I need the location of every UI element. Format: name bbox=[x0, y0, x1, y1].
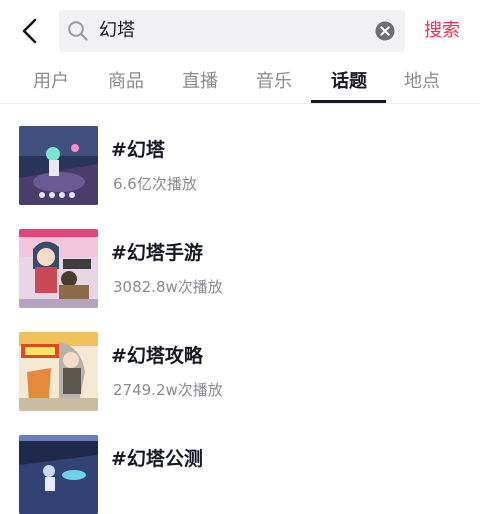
topic-thumbnail bbox=[19, 435, 98, 514]
back-button[interactable] bbox=[14, 15, 44, 47]
search-button[interactable]: 搜索 bbox=[424, 18, 460, 44]
search-icon bbox=[68, 21, 88, 41]
tab-bar: 用户 商品 直播 音乐 话题 地点 bbox=[0, 62, 480, 104]
search-input[interactable]: 幻塔 bbox=[59, 10, 405, 52]
tab-products[interactable]: 商品 bbox=[108, 69, 144, 95]
topic-title: #幻塔手游 bbox=[111, 242, 203, 264]
topic-thumbnail bbox=[19, 126, 98, 205]
list-item[interactable]: #幻塔手游 3082.8w次播放 bbox=[0, 207, 480, 308]
list-item[interactable]: #幻塔 6.6亿次播放 bbox=[0, 104, 480, 205]
play-count: 2749.2w次播放 bbox=[113, 381, 223, 399]
topic-title: #幻塔公测 bbox=[111, 448, 203, 470]
play-count: 3082.8w次播放 bbox=[113, 278, 223, 296]
list-item[interactable]: #幻塔公测 bbox=[0, 413, 480, 514]
tab-topics[interactable]: 话题 bbox=[331, 69, 367, 95]
chevron-left-icon bbox=[22, 18, 37, 44]
clear-icon[interactable] bbox=[375, 21, 395, 41]
tab-places[interactable]: 地点 bbox=[404, 69, 440, 95]
topic-title: #幻塔攻略 bbox=[111, 345, 203, 367]
list-item[interactable]: #幻塔攻略 2749.2w次播放 bbox=[0, 310, 480, 411]
active-tab-indicator bbox=[311, 100, 386, 103]
topic-thumbnail bbox=[19, 229, 98, 308]
topic-title: #幻塔 bbox=[111, 139, 165, 161]
play-count: 6.6亿次播放 bbox=[113, 175, 197, 193]
search-header: 幻塔 搜索 bbox=[0, 0, 480, 62]
topic-thumbnail bbox=[19, 332, 98, 411]
tab-users[interactable]: 用户 bbox=[33, 69, 69, 95]
tab-music[interactable]: 音乐 bbox=[256, 69, 292, 95]
search-query: 幻塔 bbox=[99, 20, 135, 41]
tab-live[interactable]: 直播 bbox=[182, 69, 218, 95]
